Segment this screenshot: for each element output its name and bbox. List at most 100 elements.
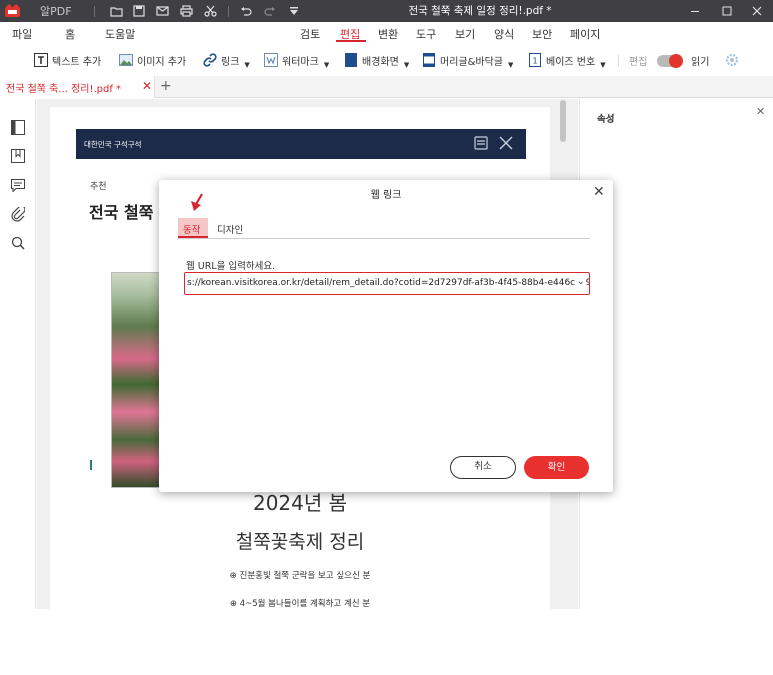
watermark-label: 워터마크 — [282, 56, 319, 68]
ok-button[interactable]: 확인 — [524, 456, 589, 479]
link-icon — [202, 53, 217, 68]
menu-bar: 파일 홈 도움말 검토 편집 변환 도구 보기 양식 보안 페이지 — [0, 22, 773, 44]
gear-icon — [724, 53, 739, 68]
toggle-knob — [669, 54, 683, 68]
cancel-button[interactable]: 취소 — [450, 456, 516, 479]
dialog-title: 웹 링크 — [370, 190, 402, 201]
bates-number-label: 베이즈 번호 — [546, 56, 596, 68]
settings-button[interactable] — [724, 51, 739, 69]
minimize-button[interactable] — [683, 1, 707, 21]
save-icon[interactable] — [131, 3, 147, 19]
page-subtitle: 철쭉꽃축제 정리 — [235, 531, 365, 553]
read-mode-label: 읽기 — [691, 56, 710, 68]
toolbar-divider — [618, 55, 619, 67]
image-icon — [118, 53, 133, 68]
page-accent-bar — [90, 460, 92, 470]
dropdown-icon[interactable] — [286, 3, 302, 19]
chevron-down-icon: ▼ — [244, 60, 250, 69]
text-box-icon — [33, 53, 48, 68]
vertical-scrollbar[interactable] — [560, 100, 566, 142]
left-sidebar — [0, 99, 36, 609]
chevron-down-icon[interactable]: ⌄ — [574, 276, 585, 287]
page-tag: 추천 — [90, 182, 107, 192]
header-footer-button[interactable]: 머리글&바닥글 ▼ — [421, 51, 513, 69]
bates-number-button[interactable]: 1 베이즈 번호 ▼ — [527, 51, 606, 69]
chevron-down-icon: ▼ — [403, 60, 410, 69]
undo-icon[interactable] — [238, 3, 254, 19]
link-label: 링크 — [221, 56, 240, 68]
chevron-down-icon: ▼ — [323, 60, 330, 69]
chevron-down-icon: ▼ — [600, 60, 606, 69]
page-header-banner: 대한민국 구석구석 — [76, 129, 526, 159]
menu-home[interactable]: 홈 — [65, 26, 75, 42]
menu-view[interactable]: 보기 — [455, 26, 475, 42]
background-label: 배경화면 — [362, 56, 399, 68]
title-bar: 알PDF 전국 철쭉 축제 일정 정리!.pdf * — [0, 0, 773, 22]
watermark-button[interactable]: 워터마크 ▼ — [263, 51, 329, 69]
tab-design[interactable]: 디자인 — [217, 222, 243, 236]
chevron-down-icon: ▼ — [508, 60, 514, 69]
printer-icon — [474, 136, 488, 153]
header-footer-icon — [421, 53, 436, 68]
email-icon[interactable] — [154, 3, 170, 19]
print-icon[interactable] — [178, 3, 194, 19]
add-text-label: 텍스트 추가 — [52, 56, 102, 68]
menu-page[interactable]: 페이지 — [570, 26, 600, 42]
url-label: 웹 URL을 입력하세요. — [186, 261, 276, 272]
tab-action-label: 동작 — [183, 225, 201, 236]
document-tab-bar: 전국 철쭉 축... 정리!.pdf * ✕ + — [0, 76, 773, 98]
background-button[interactable]: 배경화면 ▼ — [343, 51, 409, 69]
annotation-arrow-icon — [191, 193, 203, 211]
properties-title: 속성 — [597, 114, 615, 125]
comment-icon[interactable] — [10, 177, 26, 193]
page-header-label: 대한민국 구석구석 — [84, 140, 142, 149]
menu-review[interactable]: 검토 — [300, 26, 320, 42]
document-tab[interactable]: 전국 철쭉 축... 정리!.pdf * ✕ — [0, 76, 155, 98]
web-link-dialog: 웹 링크 ✕ 동작 디자인 웹 URL을 입력하세요. s://korean.v… — [159, 180, 613, 492]
maximize-button[interactable] — [715, 1, 739, 21]
svg-text:1: 1 — [532, 57, 537, 66]
close-panel-icon[interactable]: ✕ — [756, 105, 765, 118]
menu-tools[interactable]: 도구 — [416, 26, 436, 42]
document-tab-label: 전국 철쭉 축... 정리!.pdf * — [6, 84, 122, 95]
edit-mode-label: 편집 — [629, 56, 648, 68]
menu-convert[interactable]: 변환 — [378, 26, 398, 42]
page-bullet-2: ⊕ 4~5월 봄나들이를 계획하고 계신 분 — [229, 599, 371, 609]
bates-number-icon: 1 — [527, 53, 542, 68]
folder-open-icon[interactable] — [108, 3, 124, 19]
menu-security[interactable]: 보안 — [532, 26, 552, 42]
search-icon[interactable] — [10, 235, 26, 251]
url-input-value: s://korean.visitkorea.or.kr/detail/rem_d… — [187, 278, 590, 288]
menu-form[interactable]: 양식 — [494, 26, 514, 42]
edit-read-toggle[interactable] — [657, 54, 683, 68]
attachment-icon[interactable] — [10, 206, 26, 222]
document-title: 전국 철쭉 축제 일정 정리!.pdf * — [408, 5, 552, 17]
header-footer-label: 머리글&바닥글 — [440, 56, 503, 68]
page-bullet-1: ⊕ 진분홍빛 철쭉 군락을 보고 싶으신 분 — [229, 571, 371, 581]
background-icon — [343, 53, 358, 68]
menu-help[interactable]: 도움말 — [105, 26, 135, 42]
dialog-close-button[interactable]: ✕ — [593, 184, 605, 200]
menu-file[interactable]: 파일 — [12, 26, 32, 42]
app-name: 알PDF — [40, 5, 72, 18]
active-menu-indicator — [336, 40, 366, 42]
add-image-button[interactable]: 이미지 추가 — [118, 51, 186, 69]
app-logo-icon — [4, 3, 21, 19]
tab-action[interactable]: 동작 — [178, 218, 208, 238]
redo-icon[interactable] — [262, 3, 278, 19]
link-button[interactable]: 링크 ▼ — [202, 51, 250, 69]
close-icon — [499, 136, 513, 153]
url-input[interactable]: s://korean.visitkorea.or.kr/detail/rem_d… — [184, 272, 590, 295]
add-tab-button[interactable]: + — [160, 78, 172, 94]
close-window-button[interactable] — [745, 1, 769, 21]
bookmark-icon[interactable] — [10, 148, 26, 164]
scissors-icon[interactable] — [202, 3, 218, 19]
add-image-label: 이미지 추가 — [137, 56, 187, 68]
add-text-button[interactable]: 텍스트 추가 — [33, 51, 101, 69]
page-headline: 전국 철쭉 — [89, 203, 154, 222]
page-thumbnail-icon[interactable] — [10, 119, 26, 135]
titlebar-divider — [94, 6, 95, 17]
titlebar-divider — [228, 6, 229, 17]
watermark-icon — [263, 53, 278, 68]
close-tab-icon[interactable]: ✕ — [142, 79, 152, 93]
